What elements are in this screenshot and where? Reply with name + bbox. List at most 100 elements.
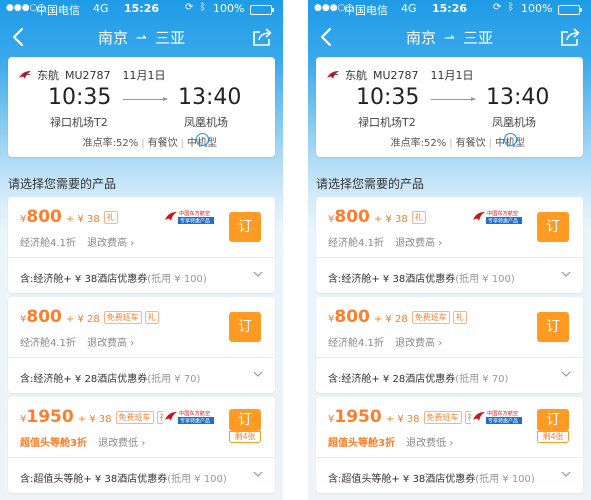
package-detail[interactable]: 含:经济舱+ ¥ 28酒店优惠券(抵用 ¥ 70) [328,370,508,385]
chevron-down-icon[interactable] [561,469,571,479]
price-row: ¥ 1950 + ¥ 38 免费班车礼 [20,407,174,427]
chevron-down-icon[interactable] [253,369,263,379]
departure-time: 10:35 [48,85,112,110]
addon-price: + ¥ 38 [77,414,112,425]
addon-price: + ¥ 28 [373,314,408,325]
chevron-down-icon[interactable] [253,469,263,479]
product-tags: 免费班车礼 [103,307,162,326]
chevron-down-icon[interactable] [561,369,571,379]
route-arrow-icon: ⇀ [444,31,455,46]
chevron-down-icon[interactable] [253,269,263,279]
route-title: 南京 ⇀ 三亚 [0,27,283,48]
departure-airport: 禄口机场T2 [358,116,416,129]
package-contents: 含:经济舱+ ¥ 28酒店优惠券 [20,374,148,385]
flight-direction-arrow-icon [123,97,168,101]
voucher-value: (抵用 ¥ 100) [455,274,515,285]
refund-policy-link[interactable]: 退改费高 › [395,238,442,249]
product-subinfo: 经济舱4.1折 退改费高 › [20,234,134,249]
rotation-lock-icon: ⟳ [493,2,502,13]
section-title: 请选择您需要的产品 [316,177,425,191]
bluetooth-icon: ᛒ [508,2,514,13]
package-detail[interactable]: 含:经济舱+ ¥ 38酒店优惠券(抵用 ¥ 100) [20,270,207,285]
card-divider [316,257,583,258]
card-divider [316,357,583,358]
card-divider [316,457,583,458]
addon-price: + ¥ 38 [65,214,100,225]
book-button[interactable]: 订 [229,409,261,431]
china-eastern-partner-logo: 中国东方航空 专享特惠产品 [471,208,523,225]
battery-icon [250,5,274,15]
china-eastern-partner-logo: 中国东方航空 专享特惠产品 [163,408,215,425]
seats-remaining: 剩4张 [537,431,569,443]
cabin-discount: 超值头等舱3折 [328,438,395,449]
arrival-airport: 凤凰机场 [492,116,536,129]
book-button[interactable]: 订 [229,212,261,242]
price-row: ¥ 800 + ¥ 28 免费班车礼 [328,307,470,327]
svg-text:专享特惠产品: 专享特惠产品 [180,218,210,225]
book-button[interactable]: 订 [537,312,569,342]
product-card[interactable]: ¥ 1950 + ¥ 38 免费班车礼 超值头等舱3折 退改费低 › 中国东方航… [316,397,583,493]
product-summary[interactable]: ¥ 800 + ¥ 38 礼 经济舱4.1折 退改费高 › 中国东方航空 专享特… [316,197,583,257]
package-detail[interactable]: 含:超值头等舱+ ¥ 38酒店优惠券(抵用 ¥ 100) [328,470,535,485]
package-detail[interactable]: 含:经济舱+ ¥ 38酒店优惠券(抵用 ¥ 100) [328,270,515,285]
product-summary[interactable]: ¥ 800 + ¥ 38 礼 经济舱4.1折 退改费高 › 中国东方航空 专享特… [8,197,275,257]
refund-policy-link[interactable]: 退改费低 › [98,438,145,449]
book-button[interactable]: 订 [537,409,569,431]
airline-name: 东航 [345,69,367,82]
on-time-rate: 准点率:52% [390,138,447,149]
book-button[interactable]: 订 [229,312,261,342]
product-summary[interactable]: ¥ 800 + ¥ 28 免费班车礼 经济舱4.1折 退改费高 › 订 [8,297,275,357]
book-button[interactable]: 订 [537,212,569,242]
product-summary[interactable]: ¥ 800 + ¥ 28 免费班车礼 经济舱4.1折 退改费高 › 订 [316,297,583,357]
voucher-value: (抵用 ¥ 100) [167,474,227,485]
section-title: 请选择您需要的产品 [8,177,117,191]
arrival-time: 13:40 [178,85,242,110]
route-title: 南京 ⇀ 三亚 [308,27,591,48]
china-eastern-partner-logo: 中国东方航空 专享特惠产品 [471,408,523,425]
refund-policy-link[interactable]: 退改费低 › [406,438,453,449]
china-eastern-logo-icon [327,71,339,79]
rotation-lock-icon: ⟳ [185,2,194,13]
svg-text:中国东方航空: 中国东方航空 [487,409,518,417]
flight-date: 11月1日 [122,69,166,82]
battery-percent: 100% [213,2,245,15]
product-price: 1950 [26,407,74,427]
cabin-discount: 经济舱4.1折 [20,238,76,249]
departure-airport: 禄口机场T2 [50,116,108,129]
share-icon[interactable] [559,26,581,48]
product-summary[interactable]: ¥ 1950 + ¥ 38 免费班车礼 超值头等舱3折 退改费低 › 中国东方航… [8,397,275,457]
svg-text:中国东方航空: 中国东方航空 [487,209,518,217]
product-tag: 免费班车 [423,411,462,424]
product-card[interactable]: ¥ 800 + ¥ 38 礼 经济舱4.1折 退改费高 › 中国东方航空 专享特… [8,197,275,293]
voucher-value: (抵用 ¥ 70) [455,374,509,385]
product-subinfo: 经济舱4.1折 退改费高 › [328,234,442,249]
package-detail[interactable]: 含:经济舱+ ¥ 28酒店优惠券(抵用 ¥ 70) [20,370,200,385]
package-contents: 含:经济舱+ ¥ 38酒店优惠券 [328,274,456,285]
destination-city: 三亚 [462,29,493,47]
chevron-right-circle-icon[interactable]: › [504,133,517,146]
share-icon[interactable] [251,26,273,48]
svg-text:专享特惠产品: 专享特惠产品 [488,218,518,225]
status-bar: ●●●○○ 中国电信 4G 15:26 ⟳ ᛒ 100% [0,0,283,18]
product-summary[interactable]: ¥ 1950 + ¥ 38 免费班车礼 超值头等舱3折 退改费低 › 中国东方航… [316,397,583,457]
destination-city: 三亚 [154,29,185,47]
chevron-down-icon[interactable] [561,269,571,279]
refund-policy-link[interactable]: 退改费高 › [395,338,442,349]
card-divider [8,257,275,258]
phone-screen-left: ●●●○○ 中国电信 4G 15:26 ⟳ ᛒ 100% 南京 ⇀ 三亚 东航 MU… [0,0,283,500]
flight-number: MU2787 [373,68,419,82]
package-detail[interactable]: 含:超值头等舱+ ¥ 38酒店优惠券(抵用 ¥ 100) [20,470,227,485]
svg-text:专享特惠产品: 专享特惠产品 [180,418,210,425]
refund-policy-link[interactable]: 退改费高 › [87,338,134,349]
addon-price: + ¥ 38 [373,214,408,225]
chevron-right-circle-icon[interactable]: › [196,133,209,146]
svg-text:中国东方航空: 中国东方航空 [179,409,210,417]
product-card[interactable]: ¥ 1950 + ¥ 38 免费班车礼 超值头等舱3折 退改费低 › 中国东方航… [8,397,275,493]
flight-info-card: 东航 MU2787 11月1日 10:35 13:40 禄口机场T2 凤凰机场 … [316,57,583,157]
product-card[interactable]: ¥ 800 + ¥ 28 免费班车礼 经济舱4.1折 退改费高 › 订 含:经济… [316,297,583,393]
refund-policy-link[interactable]: 退改费高 › [87,238,134,249]
origin-city: 南京 [406,29,437,47]
bluetooth-icon: ᛒ [200,2,206,13]
product-card[interactable]: ¥ 800 + ¥ 28 免费班车礼 经济舱4.1折 退改费高 › 订 含:经济… [8,297,275,393]
product-card[interactable]: ¥ 800 + ¥ 38 礼 经济舱4.1折 退改费高 › 中国东方航空 专享特… [316,197,583,293]
